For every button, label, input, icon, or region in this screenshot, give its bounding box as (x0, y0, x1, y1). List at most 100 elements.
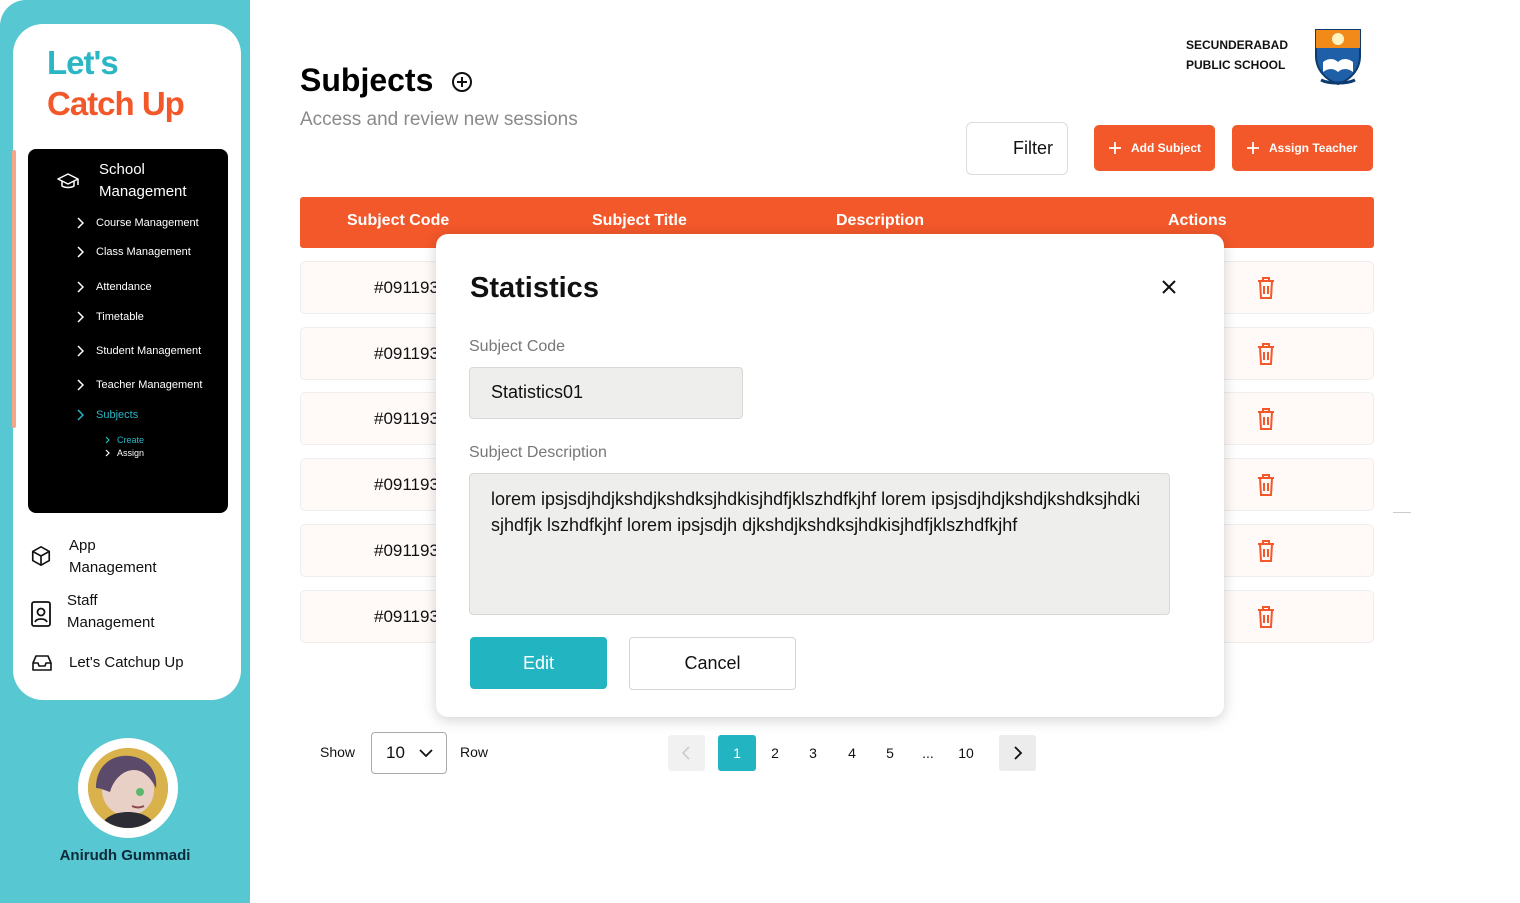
chevron-right-icon (105, 449, 110, 457)
rows-per-page-value: 10 (386, 743, 405, 762)
sidebar-item-student-management[interactable]: Student Management (76, 345, 201, 357)
user-name: Anirudh Gummadi (59, 847, 191, 864)
app-logo[interactable]: Let's Catch Up (47, 42, 185, 124)
sidebar-subitem-label: Create (117, 435, 145, 445)
sidebar-item-label: Staff Management (67, 592, 155, 631)
trash-icon[interactable] (1257, 408, 1275, 430)
graduation-cap-icon (57, 173, 79, 189)
subject-code-label: Subject Code (469, 338, 566, 355)
sidebar-item-timetable[interactable]: Timetable (76, 311, 144, 323)
chevron-right-icon (77, 281, 84, 293)
subject-code-field[interactable]: Statistics01 (469, 367, 743, 419)
add-circle-icon[interactable] (451, 71, 473, 93)
subject-code-cell: #091193 (374, 475, 439, 494)
page-button-1[interactable]: 1 (718, 735, 756, 771)
subject-code-cell: #091193 (374, 409, 439, 428)
page-button-10[interactable]: 10 (953, 735, 979, 771)
sidebar-subitem-label: Assign (117, 448, 145, 458)
avatar-illustration (88, 748, 168, 828)
sidebar-item-label: Student Management (96, 345, 202, 357)
filter-button[interactable]: Filter (966, 122, 1068, 175)
sidebar-item-label: Class Management (96, 246, 191, 258)
plus-icon (1247, 142, 1259, 154)
school-crest-icon (1315, 29, 1361, 86)
chevron-right-icon (77, 345, 84, 357)
chevron-right-icon (77, 409, 84, 421)
sidebar-item-label: Subjects (96, 409, 139, 421)
trash-icon[interactable] (1257, 343, 1275, 365)
chevron-right-icon (77, 311, 84, 323)
close-icon[interactable] (1161, 279, 1177, 295)
page-title: Subjects (300, 62, 434, 98)
row-label: Row (460, 744, 489, 760)
sidebar-item-teacher-management[interactable]: Teacher Management (76, 379, 202, 391)
edit-button[interactable]: Edit (470, 637, 607, 689)
logo-line-2: Catch Up (47, 85, 185, 122)
sidebar-scroll-indicator (12, 150, 16, 428)
add-subject-button[interactable]: Add Subject (1094, 125, 1215, 171)
sidebar-item-attendance[interactable]: Attendance (76, 281, 152, 293)
subject-description-label: Subject Description (469, 444, 607, 461)
assign-teacher-label: Assign Teacher (1269, 141, 1358, 155)
column-header-actions: Actions (1168, 212, 1227, 229)
subject-code-cell: #091193 (374, 278, 439, 297)
sidebar-item-label: Teacher Management (96, 379, 203, 391)
sidebar-item-subjects[interactable]: Subjects (76, 409, 138, 421)
sidebar-item-course-management[interactable]: Course Management (76, 217, 199, 229)
avatar[interactable] (88, 748, 168, 828)
sidebar-item-label: Timetable (96, 311, 144, 323)
subject-description-field[interactable]: lorem ipsjsdjhdjkshdjkshdksjhdkisjhdfjkl… (469, 473, 1170, 615)
plus-icon (1109, 142, 1121, 154)
subject-details-modal: Statistics Subject Code Statistics01 Sub… (436, 234, 1224, 717)
chevron-down-icon (419, 749, 433, 758)
subject-code-cell: #091193 (374, 541, 439, 560)
column-header-description[interactable]: Description (836, 212, 924, 230)
chevron-right-icon (77, 379, 84, 391)
sidebar-item-staff-management[interactable]: Staff Management (29, 590, 177, 634)
sidebar-subitem-assign[interactable]: Assign (105, 448, 144, 458)
badge-icon (31, 601, 51, 627)
prev-page-button[interactable] (668, 735, 705, 771)
school-management-title[interactable]: School Management (99, 159, 219, 203)
sidebar-item-label: Course Management (96, 217, 199, 229)
show-label: Show (320, 744, 356, 760)
next-page-button[interactable] (999, 735, 1036, 771)
rows-per-page-select[interactable]: 10 (371, 732, 447, 774)
column-header-subject-title[interactable]: Subject Title (592, 212, 687, 230)
sidebar-item-label: Let's Catchup Up (69, 654, 184, 671)
trash-icon[interactable] (1257, 474, 1275, 496)
chevron-right-icon (77, 246, 84, 258)
column-header-subject-code[interactable]: Subject Code (347, 212, 449, 230)
box-icon (31, 546, 51, 566)
chevron-right-icon (105, 436, 110, 444)
sidebar-subitem-create[interactable]: Create (105, 435, 144, 445)
trash-icon[interactable] (1257, 540, 1275, 562)
trash-icon[interactable] (1257, 606, 1275, 628)
sidebar-item-label: Attendance (96, 281, 152, 293)
subject-code-cell: #091193 (374, 607, 439, 626)
cancel-button[interactable]: Cancel (629, 637, 796, 690)
assign-teacher-button[interactable]: Assign Teacher (1232, 125, 1373, 171)
logo-line-1: Let's (47, 44, 119, 81)
page-ellipsis: ... (922, 745, 934, 761)
sidebar-item-class-management[interactable]: Class Management (76, 246, 191, 258)
sidebar-item-label: App Management (69, 537, 157, 576)
page-subtitle: Access and review new sessions (300, 109, 578, 130)
trash-icon[interactable] (1257, 277, 1275, 299)
page-button-3[interactable]: 3 (803, 735, 823, 771)
page-button-4[interactable]: 4 (842, 735, 862, 771)
sidebar-item-lets-catchup[interactable]: Let's Catchup Up (32, 652, 184, 674)
subject-code-cell: #091193 (374, 344, 439, 363)
chevron-right-icon (1014, 746, 1023, 760)
divider (1393, 512, 1411, 513)
school-name: SECUNDERABAD PUBLIC SCHOOL (1186, 35, 1288, 75)
chevron-left-icon (681, 746, 690, 760)
school-management-menu: School Management Course Management Clas… (28, 149, 228, 513)
page-button-5[interactable]: 5 (880, 735, 900, 771)
chevron-right-icon (77, 217, 84, 229)
sidebar-item-app-management[interactable]: App Management (30, 535, 179, 579)
add-subject-label: Add Subject (1131, 141, 1202, 155)
page-button-2[interactable]: 2 (765, 735, 785, 771)
inbox-icon (32, 655, 52, 671)
school-name-line-1: SECUNDERABAD (1186, 38, 1289, 52)
